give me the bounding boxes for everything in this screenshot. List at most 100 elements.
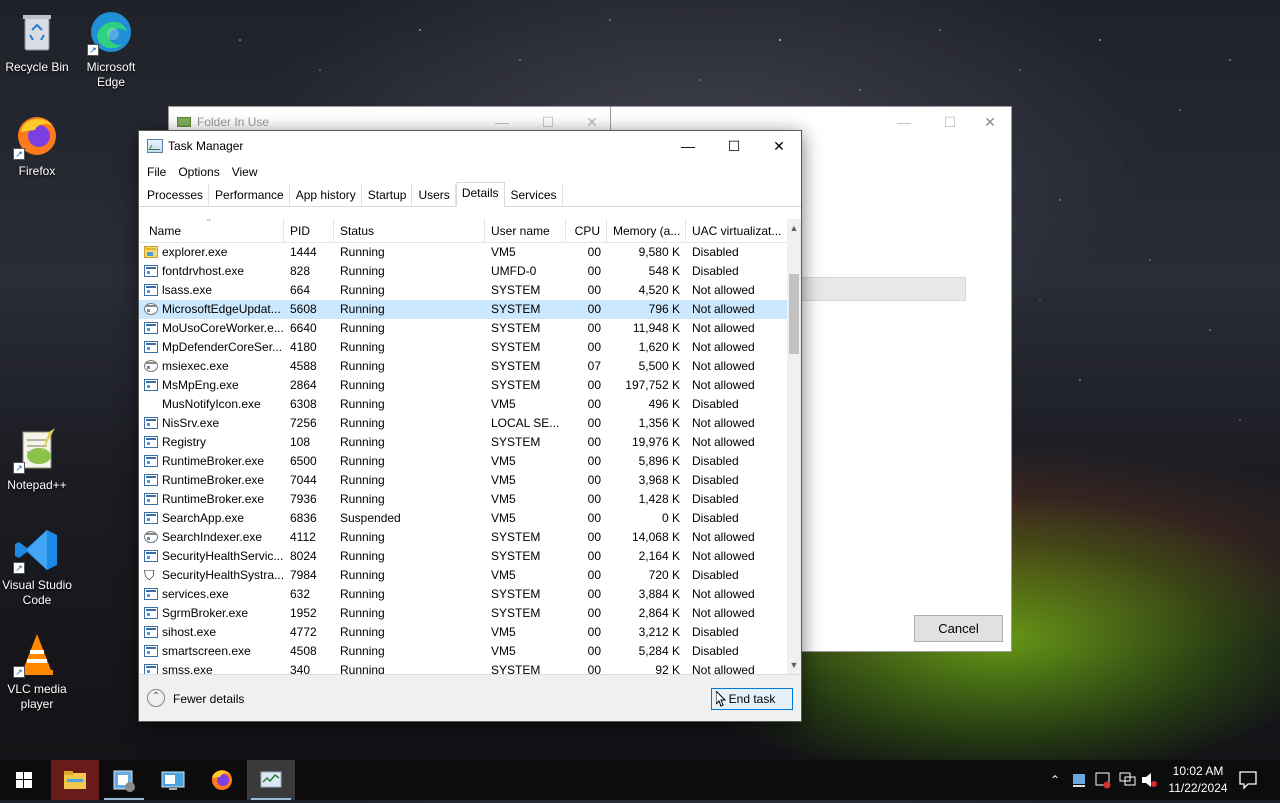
table-row[interactable]: NisSrv.exe 7256 Running LOCAL SE... 00 1,356 … [139, 414, 787, 433]
close-icon[interactable]: ✕ [756, 131, 802, 161]
scroll-down-icon[interactable]: ▼ [787, 658, 801, 672]
minimize-icon[interactable]: — [665, 131, 711, 161]
menu-options[interactable]: Options [172, 161, 225, 183]
tab-details[interactable]: Details [455, 182, 505, 207]
process-status: Running [340, 530, 385, 544]
table-row[interactable]: SearchApp.exe 6836 Suspended VM5 00 0 K Disabl… [139, 509, 787, 528]
table-row[interactable]: lsass.exe 664 Running SYSTEM 00 4,520 K Not al… [139, 281, 787, 300]
process-cpu: 00 [587, 340, 601, 354]
taskbar-monitor-app[interactable] [149, 760, 197, 800]
tab-startup[interactable]: Startup [362, 184, 413, 206]
desktop-icon-recycle-bin[interactable]: Recycle Bin [0, 8, 74, 75]
table-row[interactable]: msiexec.exe 4588 Running SYSTEM 07 5,500 K Not… [139, 357, 787, 376]
column-header-cpu[interactable]: CPU [566, 219, 607, 243]
cancel-button[interactable]: Cancel [914, 615, 1003, 642]
task-manager-window[interactable]: Task Manager — ☐ ✕ File Options View Pro… [138, 130, 802, 722]
menu-view[interactable]: View [226, 161, 264, 183]
show-hidden-icons-chevron-up-icon[interactable]: ⌃ [1046, 760, 1064, 800]
table-row[interactable]: MpDefenderCoreSer... 4180 Running SYSTEM 00 1… [139, 338, 787, 357]
process-user: SYSTEM [491, 549, 541, 563]
table-row[interactable]: explorer.exe 1444 Running VM5 00 9,580 K Disab… [139, 243, 787, 262]
table-row[interactable]: SecurityHealthSystra... 7984 Running VM5 00 7… [139, 566, 787, 585]
column-header-user-name[interactable]: User name [485, 219, 566, 243]
table-row[interactable]: sihost.exe 4772 Running VM5 00 3,212 K Disable… [139, 623, 787, 642]
process-memory: 2,164 K [638, 549, 680, 563]
scroll-thumb[interactable] [789, 274, 799, 354]
scroll-up-icon[interactable]: ▲ [787, 221, 801, 235]
action-center-icon[interactable] [1236, 760, 1260, 800]
table-row[interactable]: SgrmBroker.exe 1952 Running SYSTEM 00 2,864 K… [139, 604, 787, 623]
process-pid: 4772 [290, 625, 317, 639]
tab-users[interactable]: Users [412, 184, 456, 206]
desktop-icon-firefox[interactable]: ↗ Firefox [0, 112, 74, 179]
process-name: services.exe [139, 585, 284, 604]
process-cpu: 00 [587, 454, 601, 468]
process-pid: 664 [290, 283, 311, 297]
process-name: Registry [139, 433, 284, 452]
start-icon [16, 772, 32, 788]
desktop-icon-label: Firefox [18, 164, 56, 178]
desktop-icon-vscode[interactable]: ↗ Visual Studio Code [0, 526, 74, 608]
maximize-icon[interactable]: ☐ [711, 131, 757, 161]
process-icon [144, 607, 158, 619]
taskbar-firefox[interactable] [198, 760, 246, 800]
column-header-name[interactable]: Name ^ [139, 219, 284, 243]
process-cpu: 00 [587, 397, 601, 411]
chevron-up-icon: ⌃ [147, 689, 165, 707]
network-icon[interactable] [1118, 760, 1136, 800]
tab-performance[interactable]: Performance [209, 184, 290, 206]
tab-services[interactable]: Services [505, 184, 563, 206]
security-alert-icon[interactable] [1094, 760, 1112, 800]
volume-muted-icon[interactable] [1140, 760, 1158, 800]
process-user: SYSTEM [491, 283, 541, 297]
taskbar-task-manager[interactable] [247, 760, 295, 800]
table-row[interactable]: RuntimeBroker.exe 7044 Running VM5 00 3,968 K… [139, 471, 787, 490]
process-uac: Not allowed [692, 530, 755, 544]
process-name: MusNotifyIcon.exe [139, 395, 284, 414]
end-task-button[interactable]: End task [711, 688, 793, 710]
table-row[interactable]: smartscreen.exe 4508 Running VM5 00 5,284 K Di… [139, 642, 787, 661]
taskbar-app-installer[interactable] [100, 760, 148, 800]
table-row[interactable]: MsMpEng.exe 2864 Running SYSTEM 00 197,752 K N… [139, 376, 787, 395]
vertical-scrollbar[interactable]: ▲ ▼ [787, 219, 801, 674]
process-cpu: 00 [587, 435, 601, 449]
tab-app-history[interactable]: App history [290, 184, 362, 206]
column-header-memory[interactable]: Memory (a... [607, 219, 686, 243]
table-row[interactable]: RuntimeBroker.exe 7936 Running VM5 00 1,428 K… [139, 490, 787, 509]
process-name: SecurityHealthServic... [139, 547, 284, 566]
process-user: VM5 [491, 397, 516, 411]
process-pid: 4112 [290, 530, 316, 544]
table-row[interactable]: Registry 108 Running SYSTEM 00 19,976 K Not al… [139, 433, 787, 452]
desktop-icon-edge[interactable]: ↗ Microsoft Edge [74, 8, 148, 90]
taskbar-file-explorer[interactable] [51, 760, 99, 800]
table-row[interactable]: SecurityHealthServic... 8024 Running SYSTEM… [139, 547, 787, 566]
table-row[interactable]: SearchIndexer.exe 4112 Running SYSTEM 00 14,0… [139, 528, 787, 547]
fewer-details-button[interactable]: ⌃ Fewer details [147, 689, 244, 709]
process-uac: Not allowed [692, 606, 755, 620]
process-name: NisSrv.exe [139, 414, 284, 433]
process-user: UMFD-0 [491, 264, 537, 278]
system-clock[interactable]: 10:02 AM 11/22/2024 [1160, 763, 1236, 797]
column-header-status[interactable]: Status [334, 219, 485, 243]
start-button[interactable] [0, 760, 48, 800]
table-row[interactable]: smss.exe 340 Running SYSTEM 00 92 K Not allowe… [139, 661, 787, 674]
network-adapter-icon[interactable] [1070, 760, 1088, 800]
table-row[interactable]: MusNotifyIcon.exe 6308 Running VM5 00 496 K Di… [139, 395, 787, 414]
column-header-uac[interactable]: UAC virtualizat... [686, 219, 787, 243]
table-row[interactable]: RuntimeBroker.exe 6500 Running VM5 00 5,896 K… [139, 452, 787, 471]
minimize-icon[interactable]: — [881, 107, 927, 137]
process-status: Running [340, 644, 385, 658]
process-memory: 0 K [661, 511, 680, 525]
close-icon[interactable]: ✕ [967, 107, 1013, 137]
process-name: lsass.exe [139, 281, 284, 300]
desktop-icon-notepadpp[interactable]: ↗ Notepad++ [0, 426, 74, 493]
table-row[interactable]: fontdrvhost.exe 828 Running UMFD-0 00 548 K Di… [139, 262, 787, 281]
desktop-icon-vlc[interactable]: ↗ VLC media player [0, 630, 74, 712]
process-pid: 5608 [290, 302, 317, 316]
menu-file[interactable]: File [141, 161, 172, 183]
table-row[interactable]: MicrosoftEdgeUpdat... 5608 Running SYSTEM 00… [139, 300, 787, 319]
column-header-pid[interactable]: PID [284, 219, 334, 243]
table-row[interactable]: MoUsoCoreWorker.e... 6640 Running SYSTEM 00 1… [139, 319, 787, 338]
tab-processes[interactable]: Processes [141, 184, 210, 206]
table-row[interactable]: services.exe 632 Running SYSTEM 00 3,884 K Not… [139, 585, 787, 604]
